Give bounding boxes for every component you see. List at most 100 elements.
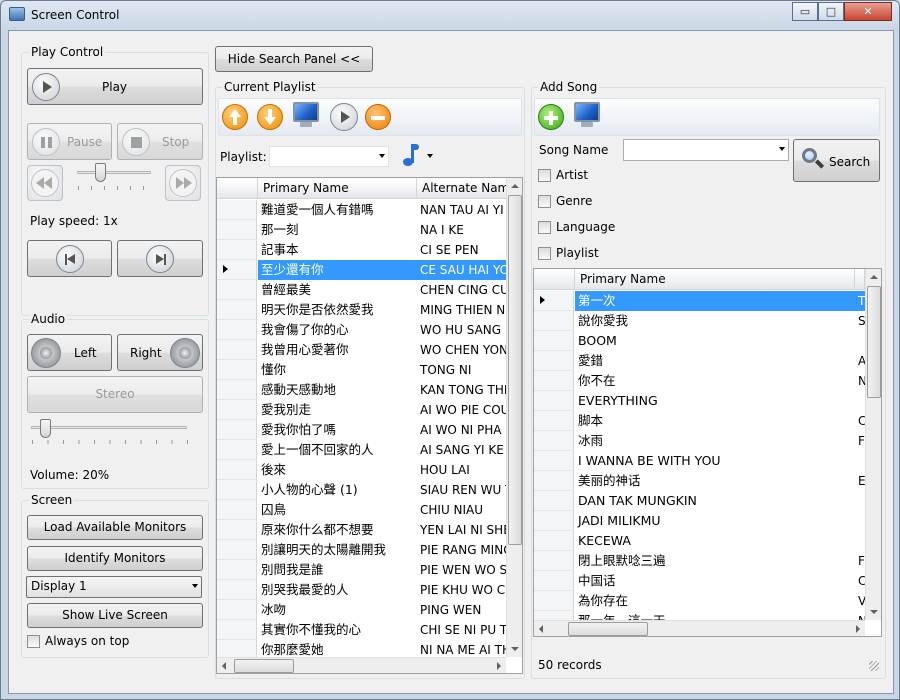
table-row[interactable]: 明天你是否依然愛我 MING THIEN NI xyxy=(258,300,506,320)
playlist-vscroll[interactable] xyxy=(506,178,522,657)
row-header[interactable] xyxy=(217,540,257,560)
table-row[interactable]: 其實你不懂我的心 CHI SE NI PU T xyxy=(258,620,506,640)
song-name-input[interactable] xyxy=(623,139,789,161)
row-header[interactable] xyxy=(534,511,574,531)
add-song-hscroll-thumb[interactable] xyxy=(568,622,648,636)
table-row[interactable]: 那一刻 NA I KE xyxy=(258,220,506,240)
row-header[interactable] xyxy=(217,400,257,420)
table-row[interactable]: 曾經最美 CHEN CING CU xyxy=(258,280,506,300)
scroll-left-icon[interactable] xyxy=(539,625,543,633)
table-row[interactable]: 我曾用心愛著你 WO CHEN YON xyxy=(258,340,506,360)
col-alternate-name[interactable] xyxy=(855,269,865,290)
move-down-button[interactable] xyxy=(257,104,283,130)
row-header[interactable] xyxy=(217,320,257,340)
row-header[interactable] xyxy=(534,571,574,591)
table-row[interactable]: 美丽的神话 E xyxy=(575,471,865,491)
pause-button[interactable]: Pause xyxy=(27,123,112,160)
previous-button[interactable] xyxy=(27,240,112,277)
row-header[interactable] xyxy=(217,460,257,480)
table-row[interactable]: KECEWA xyxy=(575,531,865,551)
table-row[interactable]: BOOM xyxy=(575,331,865,351)
table-row[interactable]: 別讓明天的太陽離開我 PIE RANG MING xyxy=(258,540,506,560)
row-header[interactable] xyxy=(534,451,574,471)
chevron-down-icon[interactable] xyxy=(427,154,433,158)
add-monitor-button[interactable] xyxy=(572,102,602,128)
minimize-button[interactable]: ▭ xyxy=(792,2,818,21)
row-header[interactable] xyxy=(217,340,257,360)
table-row[interactable]: 我會傷了你的心 WO HU SANG L xyxy=(258,320,506,340)
remove-button[interactable] xyxy=(365,104,391,130)
row-header[interactable] xyxy=(217,220,257,240)
scroll-right-icon[interactable] xyxy=(856,625,860,633)
load-monitors-button[interactable]: Load Available Monitors xyxy=(27,515,203,540)
row-header[interactable] xyxy=(534,411,574,431)
table-row[interactable]: EVERYTHING xyxy=(575,391,865,411)
speed-slider-track[interactable] xyxy=(77,171,151,174)
playlist-hscroll[interactable] xyxy=(217,657,506,673)
row-header[interactable] xyxy=(217,360,257,380)
volume-slider-thumb[interactable] xyxy=(40,419,52,438)
row-header[interactable] xyxy=(217,560,257,580)
add-song-vscroll-thumb[interactable] xyxy=(867,286,881,398)
filter-playlist-checkbox[interactable] xyxy=(538,247,551,260)
table-row[interactable]: 至少還有你 CE SAU HAI YO xyxy=(258,260,506,280)
table-row[interactable]: 囚鳥 CHIU NIAU xyxy=(258,500,506,520)
playlist-select[interactable] xyxy=(269,146,389,167)
maximize-button[interactable]: □ xyxy=(818,2,844,21)
table-row[interactable]: I WANNA BE WITH YOU xyxy=(575,451,865,471)
resize-grip-icon[interactable] xyxy=(869,661,879,671)
table-row[interactable]: DAN TAK MUNGKIN xyxy=(575,491,865,511)
row-header[interactable] xyxy=(217,240,257,260)
table-row[interactable]: 懂你 TONG NI xyxy=(258,360,506,380)
table-row[interactable]: 閉上眼默唸三遍 F xyxy=(575,551,865,571)
table-row[interactable]: 冰雨 F xyxy=(575,431,865,451)
row-header[interactable] xyxy=(217,300,257,320)
filter-artist-checkbox[interactable] xyxy=(538,169,551,182)
table-row[interactable]: 冰吻 PING WEN xyxy=(258,600,506,620)
add-song-hscroll[interactable] xyxy=(534,620,865,636)
stop-button[interactable]: Stop xyxy=(117,123,203,160)
table-row[interactable]: 第一次 T xyxy=(575,291,865,311)
show-live-screen-button[interactable]: Show Live Screen xyxy=(27,603,203,628)
table-row[interactable]: JADI MILIKMU xyxy=(575,511,865,531)
row-header[interactable] xyxy=(217,280,257,300)
col-alternate-name[interactable]: Alternate Name xyxy=(417,178,507,199)
scroll-down-icon[interactable] xyxy=(870,610,878,614)
playlist-play-button[interactable] xyxy=(330,103,358,131)
row-header[interactable] xyxy=(217,420,257,440)
row-header[interactable] xyxy=(534,391,574,411)
table-row[interactable]: 別哭我最愛的人 PIE KHU WO CU xyxy=(258,580,506,600)
row-header[interactable] xyxy=(534,591,574,611)
identify-monitors-button[interactable]: Identify Monitors xyxy=(27,546,203,571)
filter-language-checkbox[interactable] xyxy=(538,221,551,234)
row-header[interactable] xyxy=(534,551,574,571)
row-header[interactable] xyxy=(217,380,257,400)
row-header[interactable] xyxy=(534,531,574,551)
filter-genre-label[interactable]: Genre xyxy=(556,194,592,208)
row-header[interactable] xyxy=(534,351,574,371)
add-song-grid[interactable]: Primary Name 第一次 T 說你愛我 S BOOM 愛錯 A 你不在 N EVERYTH… xyxy=(533,268,882,637)
row-header[interactable] xyxy=(217,260,257,280)
filter-artist-label[interactable]: Artist xyxy=(556,168,588,182)
volume-slider-track[interactable] xyxy=(31,426,187,429)
next-button[interactable] xyxy=(117,240,203,277)
row-header[interactable] xyxy=(217,480,257,500)
table-row[interactable]: 愛我別走 AI WO PIE COU xyxy=(258,400,506,420)
scroll-down-icon[interactable] xyxy=(511,647,519,651)
table-row[interactable]: 說你愛我 S xyxy=(575,311,865,331)
table-row[interactable]: 脚本 C xyxy=(575,411,865,431)
row-header[interactable] xyxy=(217,440,257,460)
table-row[interactable]: 難道愛一個人有錯嗎 NAN TAU AI YI xyxy=(258,200,506,220)
music-note-button[interactable] xyxy=(401,142,423,168)
title-bar[interactable]: Screen Control ▭ □ ✕ xyxy=(1,1,899,29)
row-header[interactable] xyxy=(534,431,574,451)
table-row[interactable]: 原來你什么都不想要 YEN LAI NI SHE xyxy=(258,520,506,540)
playlist-vscroll-thumb[interactable] xyxy=(508,195,522,545)
stereo-button[interactable]: Stereo xyxy=(27,376,203,413)
fast-forward-button[interactable] xyxy=(165,165,201,201)
row-header[interactable] xyxy=(534,291,574,311)
scroll-right-icon[interactable] xyxy=(497,662,501,670)
rewind-button[interactable] xyxy=(27,165,63,201)
table-row[interactable]: 愛我你怕了嗎 AI WO NI PHA xyxy=(258,420,506,440)
row-header[interactable] xyxy=(217,580,257,600)
